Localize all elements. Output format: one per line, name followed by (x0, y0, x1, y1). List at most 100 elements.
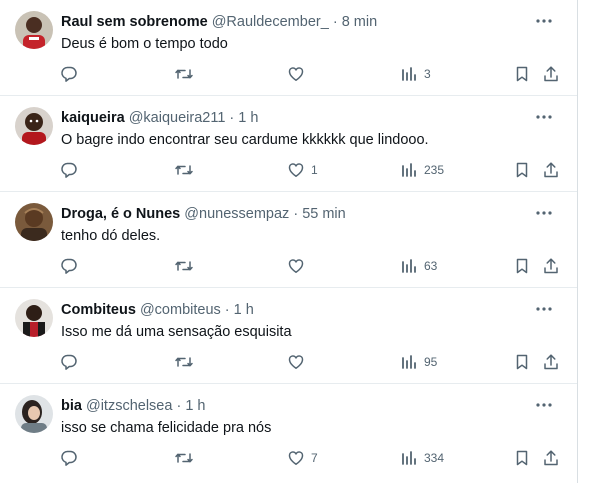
view-count: 334 (424, 451, 445, 465)
retweet-button[interactable] (174, 255, 194, 277)
views-icon (400, 65, 418, 83)
avatar[interactable] (15, 203, 53, 241)
like-count: 7 (311, 451, 318, 465)
retweet-icon (174, 257, 194, 275)
reply-text: tenho dó deles. (61, 228, 161, 244)
reply-item[interactable]: bia @itzschelsea · 1 h isso se chama fel… (0, 384, 577, 480)
views-icon (400, 449, 418, 467)
handle[interactable]: @nunessempaz (184, 206, 289, 222)
display-name[interactable]: bia (61, 398, 82, 414)
handle[interactable]: @Rauldecember_ (212, 14, 329, 30)
replies-feed: Raul sem sobrenome @Rauldecember_ · 8 mi… (0, 0, 578, 483)
retweet-button[interactable] (174, 159, 194, 181)
share-button[interactable] (542, 255, 560, 277)
reply-icon (60, 257, 78, 275)
action-bar: 7 334 (0, 447, 578, 471)
views-button[interactable]: 235 (400, 159, 444, 181)
reply-header: Droga, é o Nunes @nunessempaz · 55 min (61, 205, 346, 223)
bookmark-icon (513, 257, 531, 275)
view-count: 95 (424, 355, 438, 369)
handle[interactable]: @combiteus (140, 302, 221, 318)
bookmark-button[interactable] (513, 351, 531, 373)
like-button[interactable] (287, 351, 311, 373)
retweet-button[interactable] (174, 447, 194, 469)
bookmark-button[interactable] (513, 159, 531, 181)
like-count: 1 (311, 163, 318, 177)
bookmark-button[interactable] (513, 255, 531, 277)
more-icon[interactable] (533, 12, 555, 30)
share-icon (542, 161, 560, 179)
reply-text: isso se chama felicidade pra nós (61, 420, 272, 436)
views-button[interactable]: 95 (400, 351, 437, 373)
reply-button[interactable] (60, 447, 78, 469)
share-icon (542, 257, 560, 275)
retweet-icon (174, 65, 194, 83)
action-bar: 63 (0, 255, 578, 279)
timestamp[interactable]: 1 h (185, 398, 205, 414)
reply-item[interactable]: Droga, é o Nunes @nunessempaz · 55 min t… (0, 192, 577, 288)
handle[interactable]: @kaiqueira211 (129, 110, 226, 126)
avatar[interactable] (15, 395, 53, 433)
share-icon (542, 353, 560, 371)
views-button[interactable]: 334 (400, 447, 444, 469)
avatar[interactable] (15, 11, 53, 49)
reply-item[interactable]: Combiteus @combiteus · 1 h Isso me dá um… (0, 288, 577, 384)
action-bar: 95 (0, 351, 578, 375)
views-button[interactable]: 3 (400, 63, 431, 85)
share-button[interactable] (542, 351, 560, 373)
share-button[interactable] (542, 63, 560, 85)
like-button[interactable] (287, 255, 311, 277)
reply-icon (60, 449, 78, 467)
bookmark-icon (513, 65, 531, 83)
retweet-icon (174, 449, 194, 467)
like-icon (287, 65, 305, 83)
separator: · (224, 302, 230, 318)
timestamp[interactable]: 8 min (342, 14, 377, 30)
display-name[interactable]: kaiqueira (61, 110, 125, 126)
like-button[interactable]: 7 (287, 447, 318, 469)
timestamp[interactable]: 1 h (234, 302, 254, 318)
reply-header: Combiteus @combiteus · 1 h (61, 301, 254, 319)
reply-header: bia @itzschelsea · 1 h (61, 397, 206, 415)
handle[interactable]: @itzschelsea (86, 398, 172, 414)
reply-button[interactable] (60, 159, 78, 181)
share-button[interactable] (542, 447, 560, 469)
views-icon (400, 161, 418, 179)
retweet-icon (174, 353, 194, 371)
retweet-button[interactable] (174, 63, 194, 85)
timestamp[interactable]: 1 h (238, 110, 258, 126)
retweet-icon (174, 161, 194, 179)
like-button[interactable] (287, 63, 311, 85)
timestamp[interactable]: 55 min (302, 206, 346, 222)
reply-button[interactable] (60, 255, 78, 277)
view-count: 63 (424, 259, 438, 273)
share-button[interactable] (542, 159, 560, 181)
like-icon (287, 161, 305, 179)
like-button[interactable]: 1 (287, 159, 318, 181)
more-icon[interactable] (533, 204, 555, 222)
reply-item[interactable]: kaiqueira @kaiqueira211 · 1 h O bagre in… (0, 96, 577, 192)
more-icon[interactable] (533, 108, 555, 126)
views-button[interactable]: 63 (400, 255, 437, 277)
reply-icon (60, 161, 78, 179)
reply-item[interactable]: Raul sem sobrenome @Rauldecember_ · 8 mi… (0, 0, 577, 96)
bookmark-button[interactable] (513, 63, 531, 85)
bookmark-icon (513, 353, 531, 371)
separator: · (332, 14, 338, 30)
more-icon[interactable] (533, 396, 555, 414)
reply-text: Deus é bom o tempo todo (61, 36, 228, 52)
retweet-button[interactable] (174, 351, 194, 373)
avatar[interactable] (15, 107, 53, 145)
reply-button[interactable] (60, 351, 78, 373)
display-name[interactable]: Droga, é o Nunes (61, 206, 180, 222)
more-icon[interactable] (533, 300, 555, 318)
like-icon (287, 449, 305, 467)
reply-button[interactable] (60, 63, 78, 85)
reply-icon (60, 353, 78, 371)
display-name[interactable]: Combiteus (61, 302, 136, 318)
display-name[interactable]: Raul sem sobrenome (61, 14, 208, 30)
avatar[interactable] (15, 299, 53, 337)
action-bar: 3 (0, 63, 578, 87)
views-icon (400, 257, 418, 275)
bookmark-button[interactable] (513, 447, 531, 469)
